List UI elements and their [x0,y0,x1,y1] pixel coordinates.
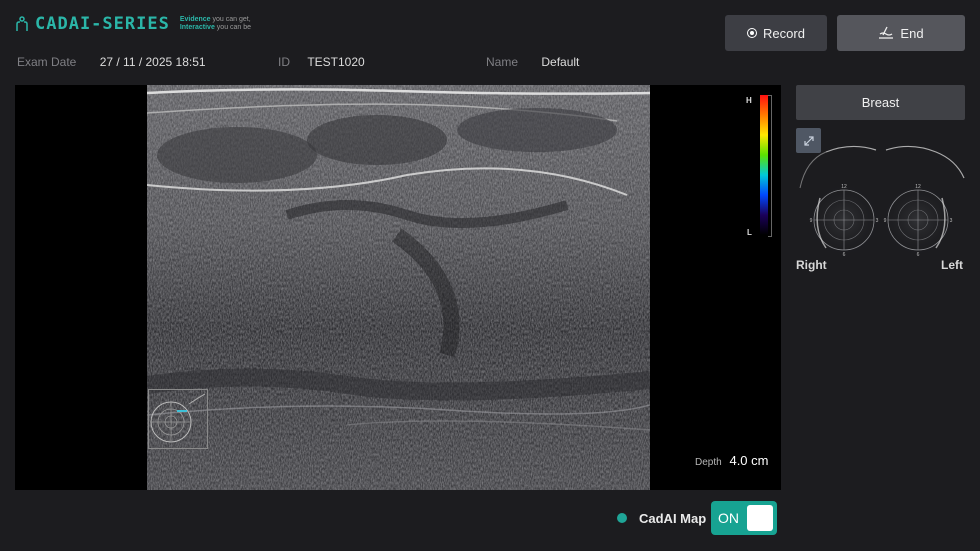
probe-target-icon [150,393,206,443]
left-clock-3: 3 [950,218,953,224]
tagline-bold-2: Interactive [179,24,215,31]
tagline-rest-2: you can be [214,24,252,31]
colorbar-high-label: H [746,96,752,105]
breast-clock-diagram[interactable]: 12 3 6 9 12 3 6 9 [796,128,966,268]
ultrasound-image [147,85,650,490]
exam-name: Name Default [486,55,579,69]
expand-button[interactable] [796,128,821,153]
left-clock-6: 6 [917,252,920,258]
record-button[interactable]: Record [725,15,827,51]
left-side-label: Left [941,258,963,272]
depth-value: 4.0 cm [729,453,769,468]
toggle-state-text: ON [718,510,739,526]
end-label: End [900,25,924,41]
body-part-label: Breast [861,95,900,110]
cadai-logo-icon [16,16,28,31]
logo-text: CADAI-SERIES [35,14,170,34]
cadai-map-toggle[interactable]: ON [711,501,777,535]
end-button[interactable]: End [837,15,965,51]
right-clock-3: 3 [876,218,879,224]
right-side-label: Right [796,258,827,272]
right-clock-12: 12 [841,184,847,190]
color-scale-frame [768,95,772,237]
body-part-button[interactable]: Breast [796,85,965,120]
exam-date-label: Exam Date [17,55,77,69]
exam-name-label: Name [486,55,519,69]
exam-name-value: Default [541,55,580,69]
record-label: Record [763,25,805,41]
probe-position-marker [148,389,208,449]
colorbar-low-label: L [747,228,752,237]
record-icon [747,28,758,38]
color-scale-bar [760,95,768,235]
depth-label: Depth [695,457,722,468]
logo: CADAI-SERIES Evidence you can get, Inter… [15,14,251,34]
right-clock-6: 6 [843,252,846,258]
expand-icon [803,135,814,146]
ultrasound-viewer[interactable]: H L Depth 4.0 cm [15,85,781,490]
left-clock-12: 12 [915,184,921,190]
exam-id: ID TEST1020 [278,55,365,69]
end-icon [879,26,894,39]
right-clock-9: 9 [810,218,813,224]
depth-readout: Depth 4.0 cm [695,453,768,468]
logo-tagline: Evidence you can get, Interactive you ca… [180,16,251,32]
cadai-map-label: CadAI Map [639,511,707,526]
exam-date-value: 27 / 11 / 2025 18:51 [99,55,206,69]
tagline-bold-1: Evidence [179,16,211,23]
exam-id-label: ID [278,55,290,69]
app-root: CADAI-SERIES Evidence you can get, Inter… [0,0,980,551]
cadai-map-status-dot [617,513,627,523]
left-clock-9: 9 [884,218,887,224]
exam-date: Exam Date 27 / 11 / 2025 18:51 [17,55,206,69]
tagline-rest-1: you can get, [210,16,251,23]
toggle-knob [747,505,773,531]
exam-id-value: TEST1020 [307,55,365,69]
